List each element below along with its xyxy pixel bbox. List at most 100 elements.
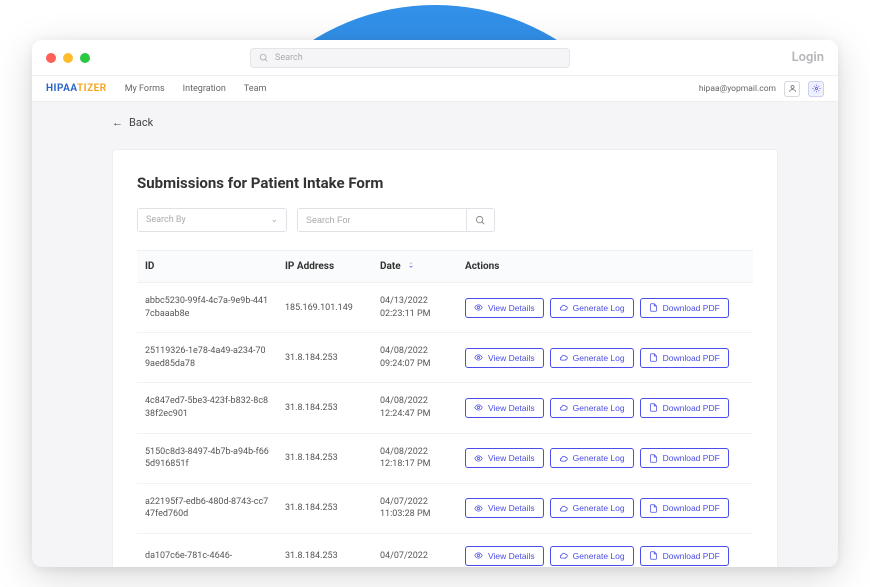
download-pdf-button[interactable]: Download PDF [640,546,729,566]
user-icon[interactable] [784,81,800,97]
eye-icon [474,403,483,412]
window-controls [46,53,90,63]
view-details-button[interactable]: View Details [465,546,544,566]
download-pdf-button[interactable]: Download PDF [640,348,729,368]
download-pdf-button[interactable]: Download PDF [640,498,729,518]
sort-icon [407,261,415,269]
cell-id: abbc5230-99f4-4c7a-9e9b-4417cbaaab8e [137,283,277,333]
cell-date: 04/07/202211:03:28 PM [372,483,457,533]
cell-actions: View Details Generate Log Download PDF [457,433,753,483]
view-details-button[interactable]: View Details [465,298,544,318]
cloud-icon [559,504,568,513]
nav-integration[interactable]: Integration [183,84,226,94]
generate-log-button[interactable]: Generate Log [550,348,634,368]
table-row: abbc5230-99f4-4c7a-9e9b-4417cbaaab8e185.… [137,283,753,333]
eye-icon [474,551,483,560]
cell-ip: 31.8.184.253 [277,383,372,433]
view-details-button[interactable]: View Details [465,398,544,418]
cell-id: 4c847ed7-5be3-423f-b832-8c838f2ec901 [137,383,277,433]
logo[interactable]: HIPAATIZER [46,83,107,94]
file-icon [649,403,658,412]
user-email: hipaa@yopmail.com [699,84,776,94]
cell-ip: 31.8.184.253 [277,533,372,567]
table-row: 5150c8d3-8497-4b7b-a94b-f665d916851f31.8… [137,433,753,483]
table-row: 4c847ed7-5be3-423f-b832-8c838f2ec90131.8… [137,383,753,433]
file-icon [649,303,658,312]
cell-actions: View Details Generate Log Download PDF [457,383,753,433]
search-by-select[interactable]: Search By ⌄ [137,208,287,232]
file-icon [649,454,658,463]
cell-date: 04/07/2022 [372,533,457,567]
app-window: Search Login HIPAATIZER My Forms Integra… [32,40,838,567]
search-for-input[interactable] [297,208,467,232]
cell-id: a22195f7-edb6-480d-8743-cc747fed760d [137,483,277,533]
top-nav: HIPAATIZER My Forms Integration Team hip… [32,76,838,102]
cloud-icon [559,353,568,362]
cell-ip: 185.169.101.149 [277,283,372,333]
close-icon[interactable] [46,53,56,63]
page-title: Submissions for Patient Intake Form [137,174,753,192]
minimize-icon[interactable] [63,53,73,63]
cell-id: 25119326-1e78-4a49-a234-709aed85da78 [137,333,277,383]
generate-log-button[interactable]: Generate Log [550,546,634,566]
cell-date: 04/08/202212:24:47 PM [372,383,457,433]
filter-row: Search By ⌄ [137,208,753,232]
download-pdf-button[interactable]: Download PDF [640,298,729,318]
submissions-card: Submissions for Patient Intake Form Sear… [112,149,778,567]
chevron-down-icon: ⌄ [270,215,278,225]
generate-log-button[interactable]: Generate Log [550,298,634,318]
file-icon [649,551,658,560]
file-icon [649,353,658,362]
th-date[interactable]: Date [372,251,457,283]
table-row: 25119326-1e78-4a49-a234-709aed85da7831.8… [137,333,753,383]
nav-team[interactable]: Team [244,84,267,94]
th-actions: Actions [457,251,753,283]
search-icon [475,215,486,226]
view-details-button[interactable]: View Details [465,448,544,468]
submissions-table: ID IP Address Date Actions abbc5230-99f4… [137,250,753,567]
cell-actions: View Details Generate Log Download PDF [457,483,753,533]
cell-ip: 31.8.184.253 [277,483,372,533]
cell-date: 04/08/202209:24:07 PM [372,333,457,383]
maximize-icon[interactable] [80,53,90,63]
content-area: ← Back Submissions for Patient Intake Fo… [32,102,838,567]
view-details-button[interactable]: View Details [465,348,544,368]
cell-date: 04/13/202202:23:11 PM [372,283,457,333]
th-ip[interactable]: IP Address [277,251,372,283]
search-placeholder: Search [275,53,303,63]
cell-ip: 31.8.184.253 [277,333,372,383]
file-icon [649,504,658,513]
cloud-icon [559,454,568,463]
view-details-button[interactable]: View Details [465,498,544,518]
generate-log-button[interactable]: Generate Log [550,398,634,418]
arrow-left-icon: ← [112,116,123,129]
th-id[interactable]: ID [137,251,277,283]
table-row: da107c6e-781c-4646-31.8.184.25304/07/202… [137,533,753,567]
global-search-input[interactable]: Search [250,48,570,68]
cell-ip: 31.8.184.253 [277,433,372,483]
cell-actions: View Details Generate Log Download PDF [457,333,753,383]
cloud-icon [559,303,568,312]
generate-log-button[interactable]: Generate Log [550,448,634,468]
cell-id: 5150c8d3-8497-4b7b-a94b-f665d916851f [137,433,277,483]
search-icon [259,53,269,63]
download-pdf-button[interactable]: Download PDF [640,398,729,418]
download-pdf-button[interactable]: Download PDF [640,448,729,468]
eye-icon [474,504,483,513]
cell-date: 04/08/202212:18:17 PM [372,433,457,483]
generate-log-button[interactable]: Generate Log [550,498,634,518]
back-button[interactable]: ← Back [112,116,778,129]
settings-icon[interactable] [808,81,824,97]
login-button[interactable]: Login [792,50,824,65]
eye-icon [474,454,483,463]
nav-my-forms[interactable]: My Forms [125,84,165,94]
cloud-icon [559,551,568,560]
table-row: a22195f7-edb6-480d-8743-cc747fed760d31.8… [137,483,753,533]
eye-icon [474,303,483,312]
cloud-icon [559,403,568,412]
cell-actions: View Details Generate Log Download PDF [457,283,753,333]
cell-actions: View Details Generate Log Download PDF [457,533,753,567]
cell-id: da107c6e-781c-4646- [137,533,277,567]
search-button[interactable] [467,208,495,232]
eye-icon [474,353,483,362]
